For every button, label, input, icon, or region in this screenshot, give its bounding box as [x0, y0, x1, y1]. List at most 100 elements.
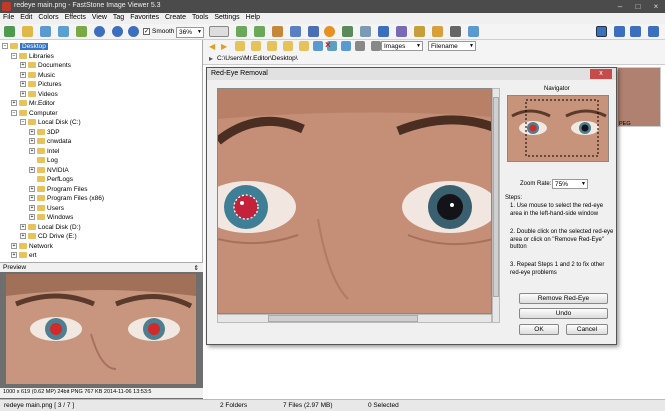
tree-item[interactable]: + Network	[11, 242, 53, 251]
effects-icon[interactable]	[342, 26, 353, 37]
menu-help[interactable]: Help	[243, 13, 263, 22]
layout3-icon[interactable]	[630, 26, 641, 37]
details-icon[interactable]	[371, 41, 381, 51]
navigator-thumbnail[interactable]	[507, 95, 609, 162]
collapse-icon[interactable]: −	[11, 109, 17, 116]
tree-item[interactable]: − Desktop	[2, 42, 48, 51]
tree-item[interactable]: + Users	[29, 204, 64, 213]
expand-icon[interactable]: +	[29, 138, 35, 145]
collapse-icon[interactable]: −	[2, 43, 8, 50]
expand-icon[interactable]: +	[29, 185, 35, 192]
sun-icon[interactable]	[324, 26, 335, 37]
smooth-checkbox[interactable]: ✓	[143, 28, 150, 35]
move-to-icon[interactable]	[313, 41, 323, 51]
screen-capture-icon[interactable]	[396, 26, 407, 37]
print-icon[interactable]	[450, 26, 461, 37]
menu-effects[interactable]: Effects	[62, 13, 89, 22]
expand-icon[interactable]: +	[29, 128, 35, 135]
expand-icon[interactable]: +	[29, 147, 35, 154]
collapse-icon[interactable]: −	[20, 119, 26, 126]
tree-item[interactable]: + Intel	[29, 147, 59, 156]
expand-icon[interactable]: +	[20, 62, 26, 69]
filter-select[interactable]: Images ▼	[381, 41, 423, 51]
ok-button[interactable]: OK	[519, 324, 559, 335]
maximize-button[interactable]: □	[630, 1, 646, 12]
menu-settings[interactable]: Settings	[211, 13, 242, 22]
menu-colors[interactable]: Colors	[35, 13, 61, 22]
zoom-select[interactable]: 36% ▼	[176, 27, 204, 38]
tree-item[interactable]: + NVIDIA	[29, 166, 69, 175]
tree-item[interactable]: − Local Disk (C:)	[20, 118, 81, 127]
expand-icon[interactable]: +	[29, 204, 35, 211]
email-icon[interactable]	[76, 26, 87, 37]
hand-tool-icon[interactable]	[209, 26, 229, 37]
expand-icon[interactable]: +	[11, 252, 17, 259]
menu-tag[interactable]: Tag	[110, 13, 127, 22]
cancel-button[interactable]: Cancel	[566, 324, 608, 335]
expand-icon[interactable]: +	[29, 214, 35, 221]
tree-item[interactable]: Log	[29, 156, 58, 165]
tree-item[interactable]: + Program Files (x86)	[29, 194, 104, 203]
expand-icon[interactable]: +	[20, 233, 26, 240]
browser-icon[interactable]	[4, 26, 15, 37]
up-folder-icon[interactable]	[235, 41, 245, 51]
pin-icon[interactable]: ⇕	[194, 264, 199, 272]
expand-icon[interactable]: +	[11, 242, 17, 249]
edit-image-pane[interactable]	[217, 88, 492, 314]
zoom-out-icon[interactable]	[112, 26, 123, 37]
vertical-scroll-thumb[interactable]	[493, 97, 499, 297]
copy-to-icon[interactable]	[299, 41, 309, 51]
grid-icon[interactable]	[355, 41, 365, 51]
address-bar[interactable]: ▸ C:\Users\Mr.Editor\Desktop\	[203, 53, 665, 65]
rotate-right-icon[interactable]	[254, 26, 265, 37]
thumbnail-icon[interactable]	[341, 41, 351, 51]
tree-item[interactable]: PerfLogs	[29, 175, 73, 184]
fullscreen-icon[interactable]	[648, 26, 659, 37]
minimize-button[interactable]: –	[612, 1, 628, 12]
open-folder-icon[interactable]	[22, 26, 33, 37]
tree-item[interactable]: + Music	[20, 71, 55, 80]
resize-icon[interactable]	[290, 26, 301, 37]
tree-item[interactable]: + Documents	[20, 61, 71, 70]
tree-item[interactable]: + CD Drive (E:)	[20, 232, 77, 241]
save-as-icon[interactable]	[58, 26, 69, 37]
address-dropdown-icon[interactable]: ▸	[209, 54, 213, 63]
expand-icon[interactable]: +	[29, 195, 35, 202]
horizontal-scroll-thumb[interactable]	[268, 315, 418, 322]
menu-edit[interactable]: Edit	[17, 13, 35, 22]
back-icon[interactable]: ◀	[209, 42, 215, 51]
expand-icon[interactable]: +	[20, 90, 26, 97]
tree-item[interactable]: + Pictures	[20, 80, 61, 89]
layout1-icon[interactable]	[596, 26, 607, 37]
dialog-close-button[interactable]: x	[590, 69, 612, 79]
tree-item[interactable]: + Videos	[20, 90, 58, 99]
compare-icon[interactable]	[360, 26, 371, 37]
crop-icon[interactable]	[272, 26, 283, 37]
collapse-icon[interactable]: −	[11, 52, 17, 59]
forward-icon[interactable]: ▶	[221, 42, 227, 51]
horizontal-scrollbar[interactable]	[217, 314, 492, 323]
zoom-rate-select[interactable]: 75% ▼	[552, 179, 588, 189]
tree-item[interactable]: +3DP	[29, 128, 60, 137]
expand-icon[interactable]: +	[20, 81, 26, 88]
expand-icon[interactable]: +	[20, 71, 26, 78]
favorite-folder-icon[interactable]	[267, 41, 277, 51]
tree-item[interactable]: − Computer	[11, 109, 58, 118]
new-folder-icon[interactable]	[283, 41, 293, 51]
save-icon[interactable]	[40, 26, 51, 37]
delete-icon[interactable]: ×	[325, 40, 331, 51]
menu-view[interactable]: View	[89, 13, 110, 22]
expand-icon[interactable]: +	[11, 100, 17, 107]
menu-file[interactable]: File	[0, 13, 17, 22]
actual-size-icon[interactable]	[128, 26, 139, 37]
tree-item[interactable]: + ert	[11, 251, 37, 260]
wallpaper-icon[interactable]	[432, 26, 443, 37]
scan-icon[interactable]	[468, 26, 479, 37]
tree-item[interactable]: + cnwdata	[29, 137, 71, 146]
draw-icon[interactable]	[308, 26, 319, 37]
batch-icon[interactable]	[414, 26, 425, 37]
expand-icon[interactable]: +	[20, 223, 26, 230]
desktop-folder-icon[interactable]	[251, 41, 261, 51]
thumbnail-image[interactable]	[617, 67, 661, 127]
tree-item[interactable]: − Libraries	[11, 52, 54, 61]
